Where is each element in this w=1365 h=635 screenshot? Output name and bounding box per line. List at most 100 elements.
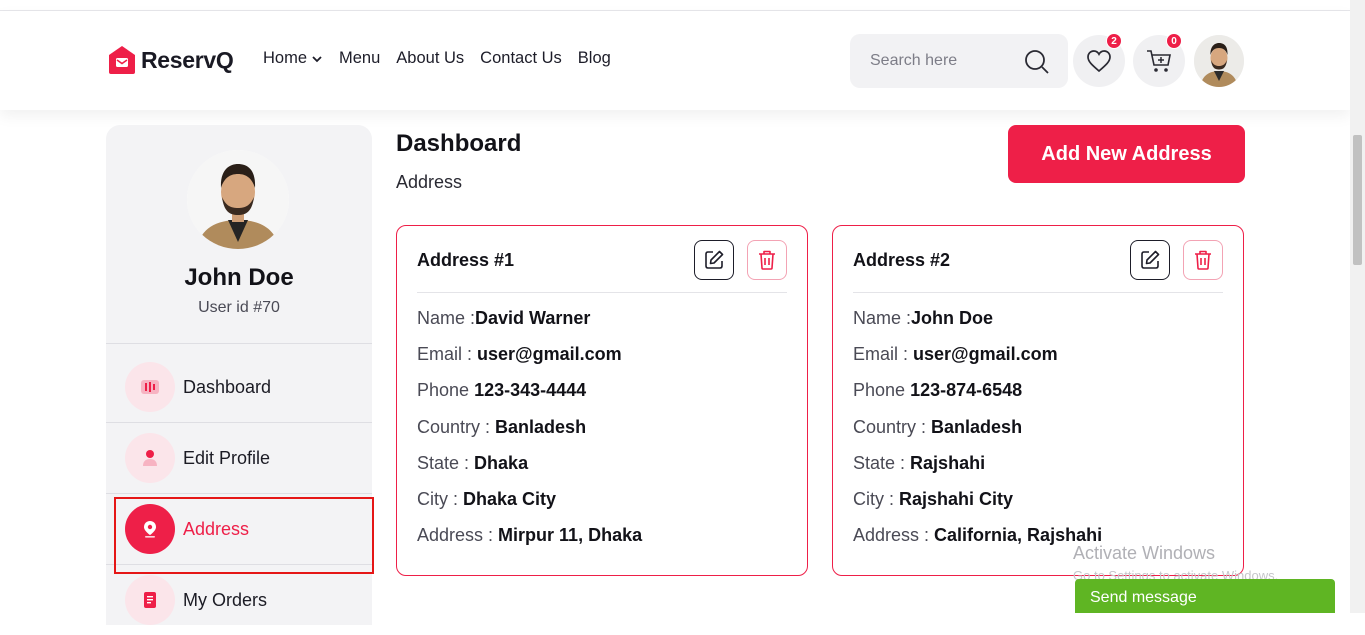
field-label: Phone: [417, 380, 475, 400]
sidebar-item-label: Edit Profile: [183, 447, 271, 468]
bar-chart-icon: [125, 362, 175, 412]
page-subtitle: Address: [396, 172, 463, 192]
field-value: user@gmail.com: [477, 344, 622, 364]
address-card: Address #2 Name :John Doe Email : user@g…: [832, 225, 1244, 576]
field-label: Email :: [417, 344, 478, 364]
field-value: Rajshahi City: [899, 489, 1014, 509]
address-state-row: State : Dhaka: [417, 453, 528, 474]
address-card-title: Address #1: [417, 250, 515, 270]
sidebar-item-my-orders[interactable]: My Orders: [106, 565, 372, 635]
nav-home-label: Home: [263, 49, 308, 67]
heart-icon: [1087, 50, 1111, 73]
address-card: Address #1 Name :David Warner Email : us…: [396, 225, 808, 576]
field-value: David Warner: [475, 308, 591, 328]
field-label: Email :: [853, 344, 914, 364]
address-city-row: City : Rajshahi City: [853, 489, 1013, 510]
address-street-row: Address : Mirpur 11, Dhaka: [417, 525, 642, 546]
field-label: State :: [417, 453, 475, 473]
sidebar-item-label: My Orders: [183, 589, 268, 610]
page-title: Dashboard: [396, 130, 522, 157]
cart-button[interactable]: 0: [1133, 33, 1185, 87]
sidebar-item-label: Dashboard: [183, 376, 272, 397]
receipt-icon: [125, 575, 175, 625]
address-phone-row: Phone 123-343-4444: [417, 380, 586, 401]
field-label: Name :: [853, 308, 912, 328]
field-value: 123-343-4444: [474, 380, 587, 400]
user-portrait-icon: [187, 150, 289, 249]
address-street-row: Address : California, Rajshahi: [853, 525, 1102, 546]
address-name-row: Name :John Doe: [853, 308, 993, 329]
field-value: John Doe: [911, 308, 994, 328]
field-value: Banladesh: [931, 417, 1023, 437]
edit-icon: [1141, 250, 1160, 269]
chevron-down-icon: [312, 55, 322, 62]
address-country-row: Country : Banladesh: [417, 417, 586, 438]
sidebar-divider: [106, 343, 372, 344]
brand-name: ReservQ: [141, 46, 234, 73]
field-value: Banladesh: [495, 417, 587, 437]
wishlist-count-badge: 2: [1106, 33, 1122, 49]
profile-user-id: User id #70: [198, 299, 280, 316]
field-label: Name :: [417, 308, 476, 328]
cart-icon: [1147, 50, 1171, 72]
delete-address-button[interactable]: [1183, 240, 1223, 280]
delete-address-button[interactable]: [747, 240, 787, 280]
page-scrollbar[interactable]: [1350, 0, 1365, 613]
field-value: user@gmail.com: [913, 344, 1058, 364]
field-value: Dhaka City: [463, 489, 557, 509]
address-card-title: Address #2: [853, 250, 951, 270]
field-label: Phone: [853, 380, 911, 400]
address-state-row: State : Rajshahi: [853, 453, 985, 474]
field-value: Rajshahi: [910, 453, 986, 473]
address-phone-row: Phone 123-874-6548: [853, 380, 1022, 401]
address-email-row: Email : user@gmail.com: [853, 344, 1058, 365]
field-label: Address :: [417, 525, 499, 545]
edit-address-button[interactable]: [1130, 240, 1170, 280]
field-label: Country :: [853, 417, 932, 437]
field-value: Dhaka: [474, 453, 529, 473]
field-label: Address :: [853, 525, 935, 545]
address-email-row: Email : user@gmail.com: [417, 344, 622, 365]
field-value: Mirpur 11, Dhaka: [498, 525, 643, 545]
nav-about-label: About Us: [396, 49, 465, 67]
nav-menu[interactable]: Menu: [339, 49, 380, 68]
nav-home[interactable]: Home: [263, 49, 323, 68]
card-divider: [417, 292, 787, 293]
address-country-row: Country : Banladesh: [853, 417, 1022, 438]
search-input[interactable]: [870, 52, 1020, 70]
card-divider: [853, 292, 1223, 293]
nav-blog-label: Blog: [577, 49, 611, 67]
sidebar-item-edit-profile[interactable]: Edit Profile: [106, 423, 372, 493]
address-name-row: Name :David Warner: [417, 308, 590, 329]
active-item-highlight: [114, 497, 374, 574]
header-avatar[interactable]: [1194, 35, 1244, 87]
cart-count-badge: 0: [1166, 33, 1182, 49]
trash-icon: [1195, 250, 1211, 270]
windows-activation-watermark: Activate Windows: [1073, 543, 1216, 563]
field-value: California, Rajshahi: [934, 525, 1103, 545]
profile-avatar: [187, 150, 289, 249]
field-label: State :: [853, 453, 911, 473]
field-value: 123-874-6548: [910, 380, 1023, 400]
main-nav: Home Menu About Us Contact Us Blog: [263, 49, 611, 68]
edit-icon: [705, 250, 724, 269]
field-label: City :: [417, 489, 464, 509]
wishlist-button[interactable]: 2: [1073, 33, 1125, 87]
search-icon[interactable]: [1024, 49, 1050, 75]
search-box: [850, 34, 1068, 88]
send-message-chat-button[interactable]: Send message: [1075, 579, 1335, 613]
scrollbar-thumb[interactable]: [1353, 135, 1362, 265]
field-label: Country :: [417, 417, 496, 437]
add-new-address-button[interactable]: Add New Address: [1008, 125, 1245, 183]
edit-address-button[interactable]: [694, 240, 734, 280]
address-city-row: City : Dhaka City: [417, 489, 556, 510]
nav-blog[interactable]: Blog: [578, 49, 611, 68]
nav-contact-us[interactable]: Contact Us: [480, 49, 562, 68]
nav-contact-label: Contact Us: [480, 49, 562, 67]
site-header: ReservQ Home Menu About Us Contact Us Bl…: [0, 11, 1350, 110]
profile-name: John Doe: [184, 264, 294, 291]
logo-house-icon: [108, 45, 136, 75]
sidebar-item-dashboard[interactable]: Dashboard: [106, 352, 372, 422]
brand-logo[interactable]: ReservQ: [108, 44, 234, 76]
nav-about-us[interactable]: About Us: [396, 49, 464, 68]
